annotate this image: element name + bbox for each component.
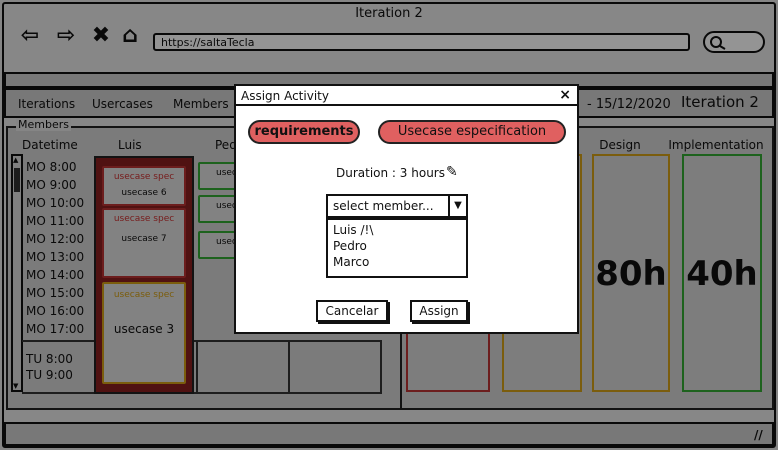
- chevron-down-icon[interactable]: ▼: [448, 196, 466, 216]
- option-marco[interactable]: Marco: [333, 255, 369, 269]
- close-icon[interactable]: ×: [559, 87, 571, 103]
- assign-activity-modal: Assign Activity × requirements Usecase e…: [234, 84, 579, 334]
- duration-label: Duration : 3 hours: [336, 166, 445, 180]
- requirements-pill[interactable]: requirements: [248, 120, 360, 144]
- pencil-icon[interactable]: ✎: [446, 164, 458, 180]
- member-select[interactable]: select member... ▼: [326, 194, 468, 218]
- usecase-spec-pill[interactable]: Usecase especification: [378, 120, 566, 144]
- member-dropdown-list: Luis /!\ Pedro Marco: [326, 218, 468, 278]
- select-placeholder: select member...: [333, 199, 434, 213]
- modal-title: Assign Activity: [236, 86, 577, 106]
- option-luis[interactable]: Luis /!\: [333, 223, 373, 237]
- assign-button[interactable]: Assign: [410, 300, 468, 322]
- cancel-button[interactable]: Cancelar: [316, 300, 388, 322]
- option-pedro[interactable]: Pedro: [333, 239, 367, 253]
